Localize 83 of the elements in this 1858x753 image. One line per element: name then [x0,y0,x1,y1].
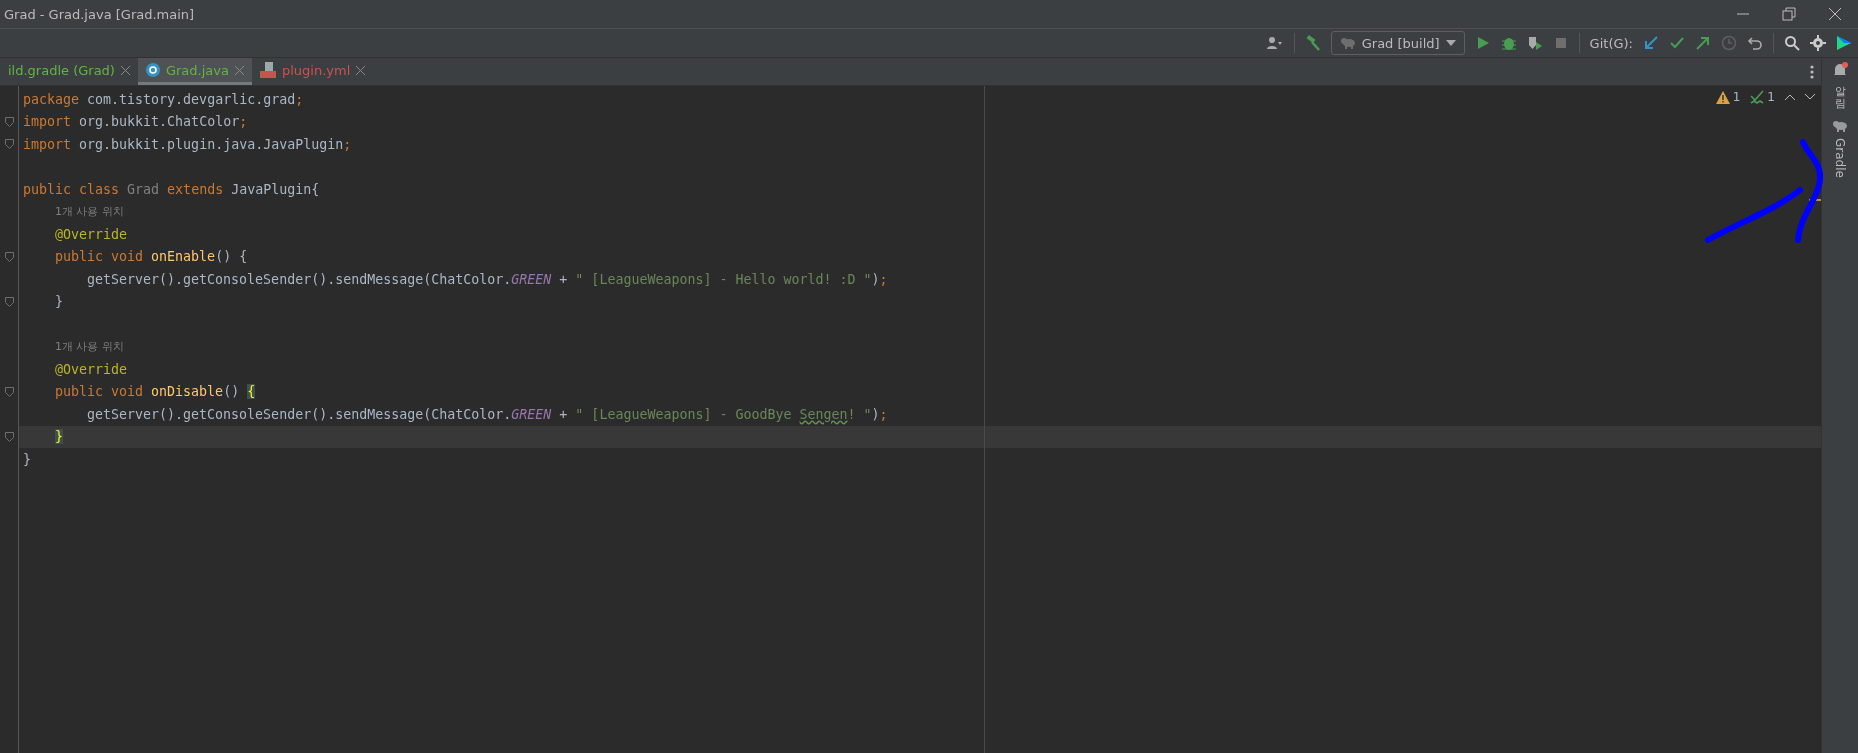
gradle-elephant-icon[interactable] [1832,118,1848,135]
coverage-run-icon[interactable] [1526,35,1543,51]
code-token: onEnable [151,249,216,265]
close-icon[interactable] [356,65,366,75]
code-token: } [23,451,31,467]
code-token: public void [55,249,145,265]
usage-hint[interactable]: 1개 사용 위치 [55,339,124,355]
file-tab[interactable]: Grad.java [137,58,252,85]
code-token: } [55,294,63,310]
notifications-tab[interactable]: 알림 [1834,86,1846,111]
code-token: GREEN [511,271,552,287]
chevron-up-icon[interactable] [1785,94,1795,100]
code-token: " [LeagueWeapons] - Hello world! :D " [575,271,872,287]
code-token: Grad [127,181,161,197]
search-icon[interactable] [1784,35,1800,51]
code-token: getServer().getConsoleSender().sendMessage(ChatColor. [87,406,512,422]
code-token: ; [343,136,352,152]
code-token: JavaPlugin{ [231,181,320,197]
code-token: { [247,384,256,400]
code-token: " [LeagueWeapons] - GoodBye [575,406,793,422]
gradle-tab[interactable]: Gradle [1833,138,1847,179]
arrow-down-left-icon[interactable] [1643,35,1659,51]
fold-marker-icon[interactable] [4,296,14,307]
fold-marker-icon[interactable] [4,251,14,262]
fold-marker-icon[interactable] [4,116,14,127]
code-token: package [23,91,81,107]
code-token: extends [167,181,225,197]
hammer-icon[interactable] [1304,35,1321,51]
yaml-file-icon [259,62,276,78]
warning-stripe-mark[interactable] [1809,199,1821,201]
code-token: Sengen [799,406,848,422]
code-token: com.tistory.devgarlic.grad [87,91,296,107]
code-token: getServer().getConsoleSender().sendMessage(ChatColor. [87,271,512,287]
code-token: ; [295,91,304,107]
more-icon[interactable] [1810,64,1814,79]
code-token: ! " [847,406,872,422]
file-tab[interactable]: ild.gradle (Grad) [0,58,138,85]
code-token: ) [871,271,880,287]
code-token: () [223,384,241,400]
fold-marker-icon[interactable] [4,431,14,442]
window-title: Grad - Grad.java [Grad.main] [4,6,196,22]
code-token: public void [55,384,145,400]
run-configuration-dropdown[interactable]: Grad [build] [1330,31,1465,55]
undo-icon[interactable] [1747,35,1763,51]
arrow-up-right-icon[interactable] [1695,35,1711,51]
code-token: GREEN [511,406,552,422]
caret-icon [1445,40,1456,46]
warning-count[interactable]: 1 [1715,90,1741,104]
code-token: + [558,406,569,422]
code-token: () { [215,249,248,265]
code-token: @Override [55,226,128,242]
clock-icon[interactable] [1721,35,1737,51]
restore-icon[interactable] [1781,6,1797,22]
usage-hint[interactable]: 1개 사용 위치 [55,204,124,220]
code-token: onDisable [151,384,224,400]
code-token: } [55,429,63,445]
close-icon[interactable] [1827,6,1843,22]
code-token: ; [879,406,888,422]
git-label: Git(G): [1589,35,1633,51]
code-token: org.bukkit.ChatColor [79,114,240,130]
code-token: ) [871,406,880,422]
code-token: @Override [55,361,128,377]
typo-count[interactable]: 1 [1750,90,1775,104]
code-token: public class [23,181,121,197]
fold-marker-icon[interactable] [4,139,14,150]
close-icon[interactable] [120,65,130,75]
check-wave-icon [1750,90,1765,104]
code-token: ; [879,271,888,287]
users-icon[interactable] [1265,35,1284,51]
checkmark-icon[interactable] [1669,35,1685,51]
class-icon [145,63,160,77]
code-token: import [23,136,73,152]
settings-icon[interactable] [1810,35,1826,51]
bug-icon[interactable] [1500,35,1517,51]
code-token: org.bukkit.plugin.java.JavaPlugin [79,136,344,152]
chevron-down-icon[interactable] [1805,94,1815,100]
app-logo-icon[interactable] [1836,35,1852,51]
gradle-elephant-icon[interactable] [1339,35,1356,51]
fold-marker-icon[interactable] [4,386,14,397]
code-token: + [558,271,569,287]
notification-bell-icon[interactable] [1832,62,1848,78]
code-token: ; [239,114,248,130]
code-token: import [23,114,73,130]
